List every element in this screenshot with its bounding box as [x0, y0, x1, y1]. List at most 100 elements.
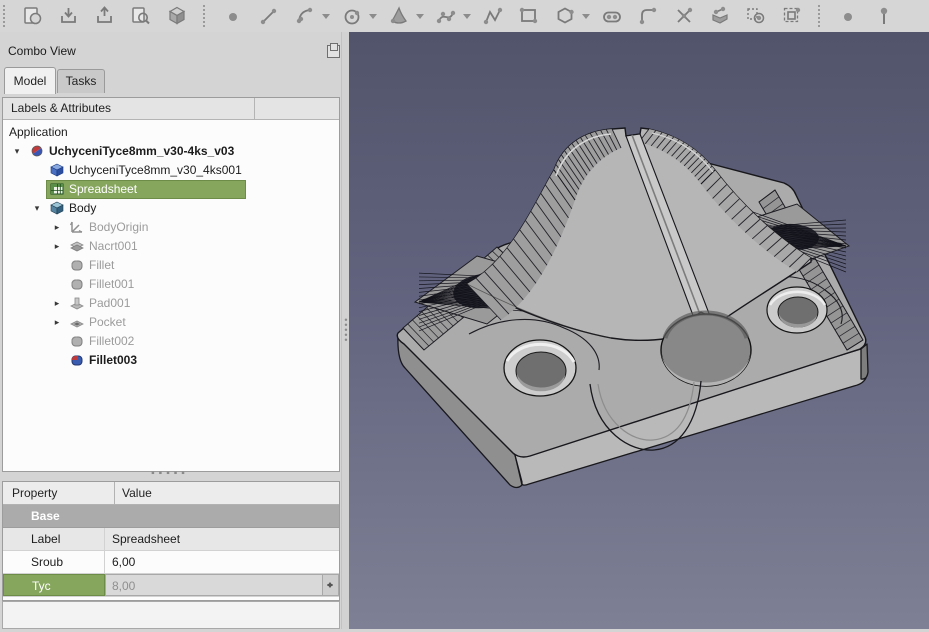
tree-item-label: Fillet	[89, 256, 114, 275]
tree-item-fillet003[interactable]: Fillet003	[3, 351, 339, 370]
create-polygon-icon[interactable]	[552, 3, 578, 29]
horizontal-splitter[interactable]: ▪▪▪▪▪	[2, 470, 338, 480]
property-row-label[interactable]: Label Spreadsheet	[3, 528, 339, 551]
import-sheet-icon[interactable]	[56, 3, 82, 29]
property-row-sroub[interactable]: Sroub 6,00	[3, 551, 339, 574]
toolbar-separator	[203, 5, 207, 27]
property-name: Sroub	[3, 551, 105, 573]
trim-edge-icon[interactable]	[671, 3, 697, 29]
carbon-copy-icon[interactable]	[743, 3, 769, 29]
tree-item-uchycenityce8mm-v30-4ks001[interactable]: UchyceniTyce8mm_v30_4ks001	[3, 161, 339, 180]
property-column-header: Property	[3, 482, 115, 504]
toolbar-drag-handle[interactable]	[3, 5, 11, 27]
tree-item-label: BodyOrigin	[89, 218, 148, 237]
create-line-icon[interactable]	[256, 3, 282, 29]
clone-icon[interactable]	[779, 3, 805, 29]
create-slot-icon[interactable]	[599, 3, 625, 29]
tree-item-bodyorigin[interactable]: ▸ BodyOrigin	[3, 218, 339, 237]
create-arc-icon[interactable]	[292, 3, 318, 29]
tree-item-body[interactable]: ▾ Body	[3, 199, 339, 218]
property-name: Tyc	[3, 574, 105, 596]
create-circle-dropdown[interactable]	[368, 3, 378, 29]
tree-item-uchycenityce8mm-v30-4ks-v03[interactable]: ▾ UchyceniTyce8mm_v30-4ks_v03	[3, 142, 339, 161]
property-value[interactable]: Spreadsheet	[105, 528, 339, 550]
view-section-box-icon[interactable]	[164, 3, 190, 29]
create-arc-dropdown[interactable]	[321, 3, 331, 29]
top-toolbar	[0, 0, 929, 33]
export-sheet-icon[interactable]	[92, 3, 118, 29]
expand-arrow-icon[interactable]: ▸	[51, 237, 63, 256]
create-fillet-icon[interactable]	[635, 3, 661, 29]
fillet-colored-icon	[69, 352, 85, 368]
spin-down-icon[interactable]	[327, 584, 333, 591]
fillet-gray-icon	[69, 276, 85, 292]
spreadsheet-icon	[49, 181, 65, 197]
expand-arrow-icon[interactable]: ▸	[51, 313, 63, 332]
document-icon	[29, 143, 45, 159]
tree-item-label: Application	[9, 123, 68, 142]
sketch-icon	[69, 238, 85, 254]
tree-item-fillet[interactable]: Fillet	[3, 256, 339, 275]
tree-header: Labels & Attributes	[3, 98, 339, 120]
pocket-icon	[69, 314, 85, 330]
tree-item-label: Spreadsheet	[69, 180, 137, 199]
tree-body: Application▾UchyceniTyce8mm_v30-4ks_v03U…	[3, 120, 339, 370]
panel-title: Combo View	[8, 44, 76, 58]
property-row-base[interactable]: Base	[3, 505, 339, 528]
create-bspline-dropdown[interactable]	[462, 3, 472, 29]
tree-item-label: Body	[69, 199, 96, 218]
3d-viewport[interactable]	[349, 32, 929, 629]
tab-tasks[interactable]: Tasks	[57, 69, 105, 93]
tree-item-fillet002[interactable]: Fillet002	[3, 332, 339, 351]
tree-item-application[interactable]: Application	[3, 123, 339, 142]
tree-item-label: Fillet003	[89, 351, 137, 370]
create-rectangle-icon[interactable]	[516, 3, 542, 29]
create-bspline-icon[interactable]	[433, 3, 459, 29]
tab-model[interactable]: Model	[4, 67, 56, 94]
float-panel-icon[interactable]	[327, 45, 340, 58]
property-row-tyc[interactable]: Tyc 8,00	[3, 574, 339, 597]
expand-arrow-icon[interactable]: ▸	[51, 294, 63, 313]
property-header: Property Value	[3, 482, 339, 505]
create-conic-dropdown[interactable]	[415, 3, 425, 29]
cad-model	[349, 32, 929, 629]
pin-icon[interactable]	[871, 3, 897, 29]
view-sketch-icon[interactable]	[20, 3, 46, 29]
group-name: Base	[3, 505, 105, 527]
tree-item-pocket[interactable]: ▸ Pocket	[3, 313, 339, 332]
create-polygon-dropdown[interactable]	[581, 3, 591, 29]
tree-item-label: Nacrt001	[89, 237, 138, 256]
extend-edge-icon[interactable]	[707, 3, 733, 29]
body-icon	[49, 200, 65, 216]
fillet-gray-icon	[69, 257, 85, 273]
property-rows: BaseLabel SpreadsheetSroub 6,00Tyc 8,00	[3, 505, 339, 597]
toggle-point-icon[interactable]	[835, 3, 861, 29]
tree-item-label: UchyceniTyce8mm_v30-4ks_v03	[49, 142, 234, 161]
expand-arrow-icon[interactable]: ▸	[51, 218, 63, 237]
tree-item-nacrt001[interactable]: ▸ Nacrt001	[3, 237, 339, 256]
tree-item-pad001[interactable]: ▸ Pad001	[3, 294, 339, 313]
create-point-icon[interactable]	[220, 3, 246, 29]
combo-view-panel: Combo View Model Tasks Labels & Attribut…	[0, 32, 341, 629]
tree-item-label: Pad001	[89, 294, 130, 313]
origin-icon	[69, 219, 85, 235]
fillet-gray-icon	[69, 333, 85, 349]
model-tree: Labels & Attributes Application▾Uchyceni…	[2, 97, 340, 472]
empty-panel-area	[2, 601, 340, 629]
spinner[interactable]	[322, 575, 338, 595]
tree-item-fillet001[interactable]: Fillet001	[3, 275, 339, 294]
property-value[interactable]: 6,00	[105, 551, 339, 573]
create-conic-icon[interactable]	[386, 3, 412, 29]
property-editor: Property Value BaseLabel SpreadsheetSrou…	[2, 481, 340, 601]
collapse-arrow-icon[interactable]: ▾	[11, 142, 23, 161]
part-cube-icon	[49, 162, 65, 178]
collapse-arrow-icon[interactable]: ▾	[31, 199, 43, 218]
value-column-header: Value	[115, 482, 152, 504]
tree-item-label: Fillet001	[89, 275, 134, 294]
tree-item-label: Pocket	[89, 313, 126, 332]
tree-item-spreadsheet[interactable]: Spreadsheet	[3, 180, 339, 199]
create-circle-icon[interactable]	[339, 3, 365, 29]
value-spinbox[interactable]: 8,00	[105, 574, 339, 596]
inspect-sketch-icon[interactable]	[128, 3, 154, 29]
create-polyline-icon[interactable]	[480, 3, 506, 29]
